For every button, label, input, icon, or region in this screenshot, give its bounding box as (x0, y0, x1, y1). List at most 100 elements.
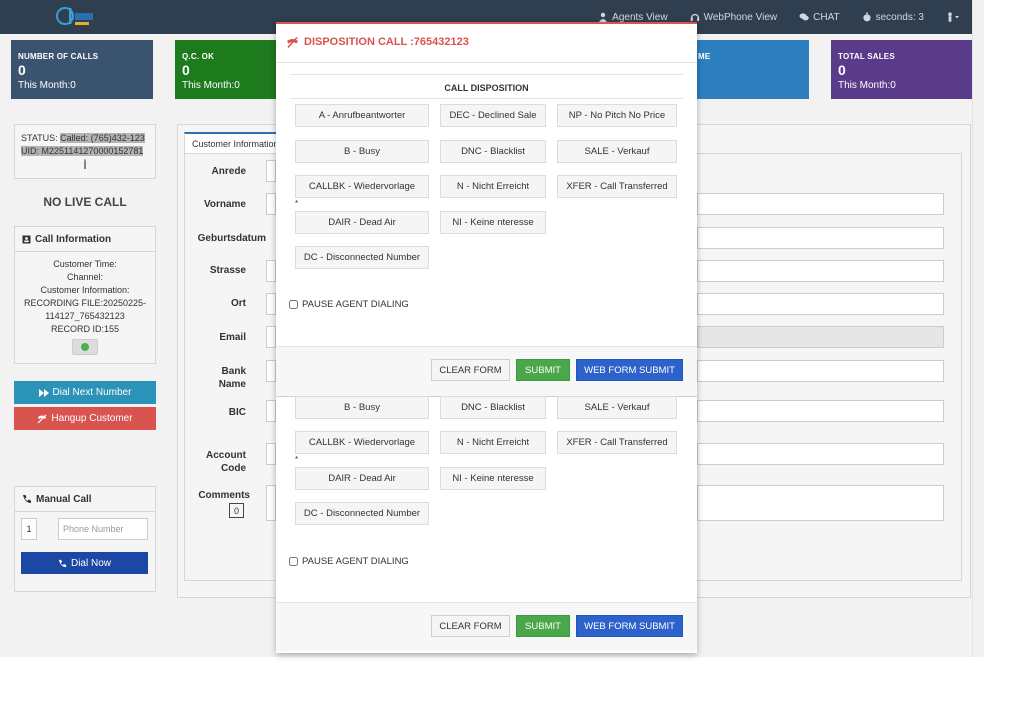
app-logo[interactable] (55, 4, 97, 30)
plz-input[interactable] (697, 293, 944, 315)
bic-right-input[interactable] (697, 400, 944, 422)
stat-total-sales-value: 0 (838, 62, 846, 78)
user-icon (599, 12, 608, 22)
dial-next-number-button[interactable]: Dial Next Number (14, 381, 156, 404)
disp-sale-verkauf[interactable]: SALE - Verkauf (557, 140, 677, 163)
label-vorname: Vorname (203, 199, 246, 210)
section-divider-2 (290, 98, 683, 99)
pause-agent-dialing-row: PAUSE AGENT DIALING (289, 299, 409, 310)
submit-button-duplicate[interactable]: SUBMIT (516, 615, 570, 637)
phone-icon (58, 559, 67, 567)
label-account-code-line1: Account (206, 450, 246, 461)
bank-right-input[interactable] (697, 360, 944, 382)
manual-call-header: Manual Call (15, 487, 155, 512)
pause-agent-dialing-row-duplicate: PAUSE AGENT DIALING (289, 556, 409, 567)
disp-dnc-blacklist[interactable]: DNC - Blacklist (440, 140, 546, 163)
submit-button[interactable]: SUBMIT (516, 359, 570, 381)
nav-webphone-view-label: WebPhone View (703, 11, 778, 23)
phone-number-input[interactable] (58, 518, 148, 540)
hangup-customer-button[interactable]: Hangup Customer (14, 407, 156, 430)
id-card-icon (22, 235, 31, 243)
disp-dair-dead-air[interactable]: DAIR - Dead Air (295, 211, 429, 234)
dial-next-number-label: Dial Next Number (52, 387, 132, 398)
clear-form-button-duplicate[interactable]: CLEAR FORM (431, 615, 510, 637)
email-input[interactable] (266, 326, 276, 348)
anrede-select[interactable] (266, 160, 276, 182)
comments-count-badge: 0 (229, 503, 244, 518)
disp-np-no-pitch[interactable]: NP - No Pitch No Price (557, 104, 677, 127)
comments-textarea[interactable] (266, 485, 276, 521)
account-right-input[interactable] (697, 443, 944, 465)
disp-sale-verkauf-duplicate[interactable]: SALE - Verkauf (557, 396, 677, 419)
phone-slash-icon (37, 414, 47, 423)
ci-recording-file-cont: 114127_765432123 (45, 311, 125, 321)
modal-title: DISPOSITION CALL :765432123 (286, 36, 469, 48)
strasse-input[interactable] (266, 260, 276, 282)
stat-number-of-calls-label: NUMBER OF CALLS (18, 52, 99, 61)
disp-dnc-blacklist-duplicate[interactable]: DNC - Blacklist (440, 396, 546, 419)
vorname-input[interactable] (266, 193, 276, 215)
disp-dc-disconnected[interactable]: DC - Disconnected Number (295, 246, 429, 269)
disp-dec-declined-sale[interactable]: DEC - Declined Sale (440, 104, 546, 127)
label-bic: BIC (228, 407, 246, 418)
disp-ni-keine-interesse[interactable]: NI - Keine nteresse (440, 211, 546, 234)
disp-ni-keine-interesse-duplicate[interactable]: NI - Keine nteresse (440, 467, 546, 490)
bank-name-input[interactable] (266, 360, 276, 382)
web-form-submit-button-duplicate[interactable]: WEB FORM SUBMIT (576, 615, 683, 637)
dial-now-label: Dial Now (70, 557, 111, 569)
recording-status-icon[interactable] (72, 339, 98, 355)
geburtsdatum-right-input[interactable] (697, 227, 944, 249)
label-account-code: Account Code (180, 449, 246, 475)
account-code-input[interactable] (266, 443, 276, 465)
section-divider (290, 74, 683, 75)
nav-seconds: seconds: 3 (862, 12, 924, 23)
disp-b-busy-duplicate[interactable]: B - Busy (295, 396, 429, 419)
nav-agents-view[interactable]: Agents View (598, 12, 668, 23)
stat-number-of-calls-month: This Month:0 (18, 80, 76, 91)
headset-icon (690, 13, 699, 21)
ort-input[interactable] (266, 293, 276, 315)
stat-qc-ok-label: Q.C. OK (182, 52, 215, 61)
disp-n-nicht-erreicht[interactable]: N - Nicht Erreicht (440, 175, 546, 198)
hausnummer-input[interactable] (697, 260, 944, 282)
call-disposition-title: CALL DISPOSITION (444, 83, 529, 93)
disp-dc-disconnected-duplicate[interactable]: DC - Disconnected Number (295, 502, 429, 525)
asterisk-mark: * (295, 199, 299, 208)
pause-agent-dialing-checkbox-duplicate[interactable] (289, 557, 298, 566)
disp-callbk-wiedervorlage-duplicate[interactable]: CALLBK - Wiedervorlage (295, 431, 429, 454)
label-bank-name: Bank Name (180, 365, 246, 391)
label-strasse: Strasse (209, 265, 246, 276)
disp-a-anrufbeantworter[interactable]: A - Anrufbeantworter (295, 104, 429, 127)
stat-qc-ok: Q.C. OK 0 This Month:0 (175, 40, 285, 99)
stat-number-of-calls-value: 0 (18, 62, 26, 78)
status-extra-value: | (83, 159, 87, 169)
email-right-field (697, 326, 944, 348)
pause-agent-dialing-checkbox[interactable] (289, 300, 298, 309)
ci-customer-information: Customer Information: (40, 285, 130, 295)
comments-right-textarea[interactable] (697, 485, 944, 521)
disp-dair-dead-air-duplicate[interactable]: DAIR - Dead Air (295, 467, 429, 490)
disp-n-nicht-erreicht-duplicate[interactable]: N - Nicht Erreicht (440, 431, 546, 454)
dial-now-button[interactable]: Dial Now (21, 552, 148, 574)
manual-call-code-field[interactable]: 1 (21, 518, 37, 540)
nachname-input[interactable] (697, 193, 944, 215)
nav-user-menu[interactable] (946, 12, 960, 22)
stat-total-sales-month: This Month:0 (838, 80, 896, 91)
disp-xfer-call-transferred-duplicate[interactable]: XFER - Call Transferred (557, 431, 677, 454)
disp-callbk-wiedervorlage[interactable]: CALLBK - Wiedervorlage (295, 175, 429, 198)
tab-customer-information[interactable]: Customer Information (184, 132, 280, 154)
stat-qc-ok-value: 0 (182, 62, 190, 78)
disp-b-busy[interactable]: B - Busy (295, 140, 429, 163)
nav-chat[interactable]: CHAT (799, 12, 840, 23)
stat-qc-ok-month: This Month:0 (182, 80, 240, 91)
ci-recording-file: RECORDING FILE:20250225- (23, 298, 147, 308)
fast-forward-icon (38, 388, 49, 397)
web-form-submit-button[interactable]: WEB FORM SUBMIT (576, 359, 683, 381)
pause-agent-dialing-label-duplicate: PAUSE AGENT DIALING (302, 556, 409, 567)
bic-input[interactable] (266, 400, 276, 422)
phone-slash-icon (287, 36, 298, 48)
clear-form-button[interactable]: CLEAR FORM (431, 359, 510, 381)
disp-xfer-call-transferred[interactable]: XFER - Call Transferred (557, 175, 677, 198)
nav-webphone-view[interactable]: WebPhone View (690, 11, 778, 23)
page-scrollbar[interactable] (972, 0, 984, 657)
